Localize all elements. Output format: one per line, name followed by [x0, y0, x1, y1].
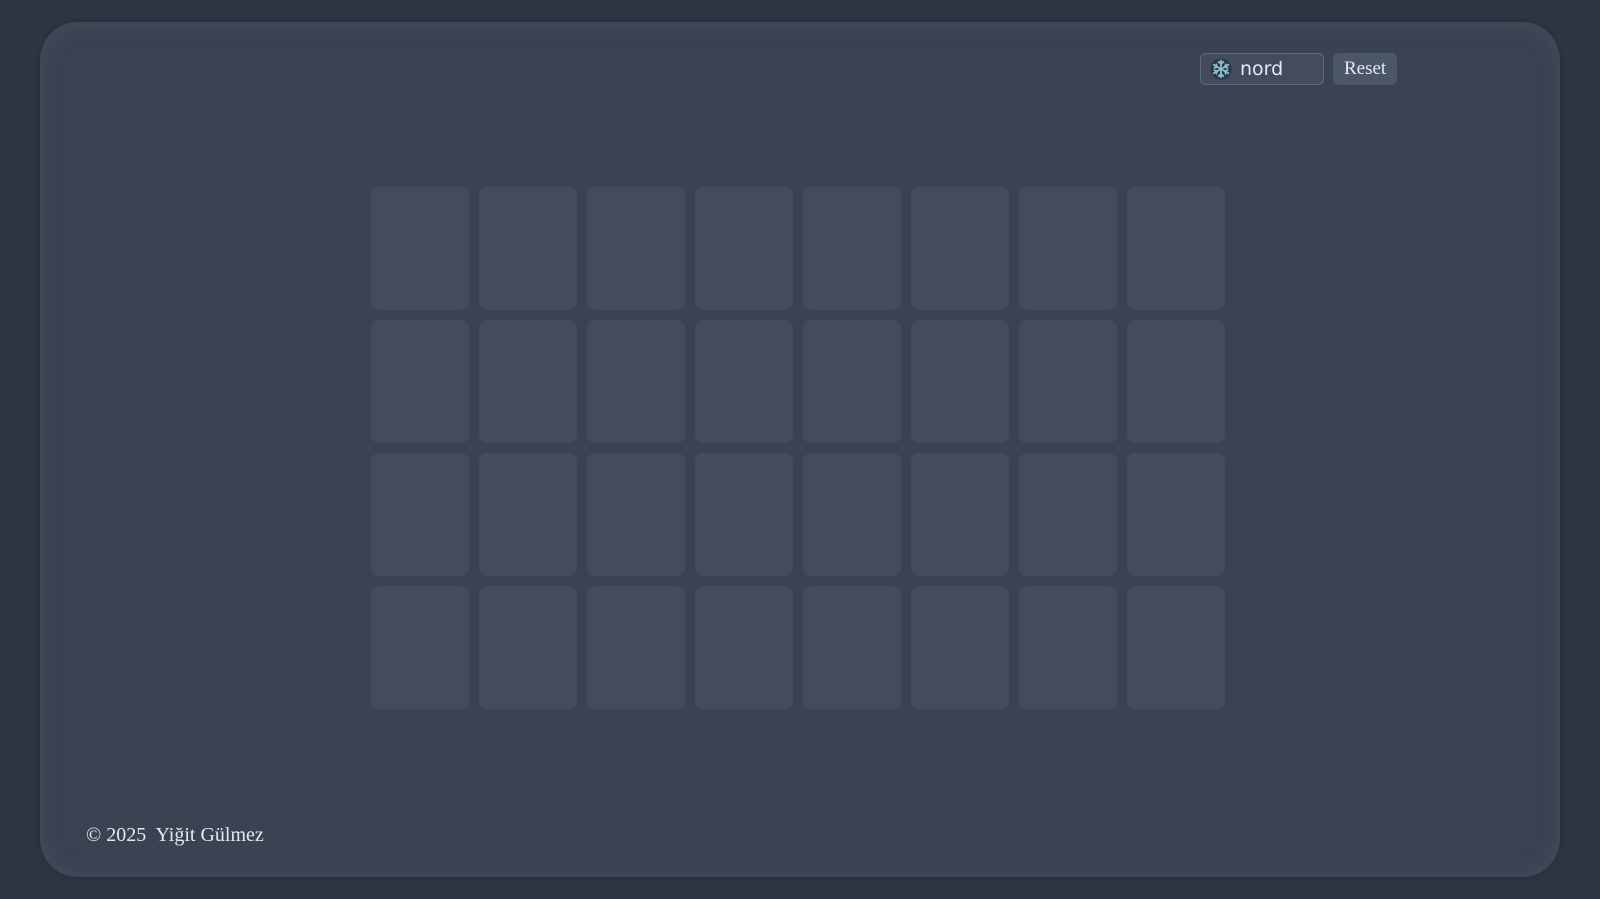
card-face-down[interactable] — [587, 453, 685, 576]
card-face-down[interactable] — [479, 586, 577, 709]
author-name: Yiğit Gülmez — [155, 824, 264, 846]
card-face-down[interactable] — [371, 187, 469, 310]
theme-select[interactable]: nord — [1200, 53, 1324, 85]
card-face-down[interactable] — [803, 187, 901, 310]
card-face-down[interactable] — [695, 586, 793, 709]
card-grid — [371, 187, 1225, 709]
card-face-down[interactable] — [479, 187, 577, 310]
snowflake-icon — [1210, 58, 1232, 80]
copyright-text: © 2025 — [86, 824, 147, 846]
card-face-down[interactable] — [587, 586, 685, 709]
card-face-down[interactable] — [695, 453, 793, 576]
card-face-down[interactable] — [803, 453, 901, 576]
card-face-down[interactable] — [587, 320, 685, 443]
card-face-down[interactable] — [803, 586, 901, 709]
card-face-down[interactable] — [1127, 586, 1225, 709]
theme-select-label: nord — [1240, 58, 1284, 80]
card-face-down[interactable] — [1019, 453, 1117, 576]
card-face-down[interactable] — [695, 320, 793, 443]
card-face-down[interactable] — [911, 453, 1009, 576]
card-face-down[interactable] — [479, 453, 577, 576]
card-face-down[interactable] — [695, 187, 793, 310]
card-face-down[interactable] — [371, 453, 469, 576]
card-face-down[interactable] — [371, 586, 469, 709]
card-face-down[interactable] — [1127, 187, 1225, 310]
card-face-down[interactable] — [371, 320, 469, 443]
card-face-down[interactable] — [803, 320, 901, 443]
card-face-down[interactable] — [1019, 586, 1117, 709]
card-face-down[interactable] — [911, 320, 1009, 443]
card-face-down[interactable] — [1127, 453, 1225, 576]
card-face-down[interactable] — [911, 187, 1009, 310]
reset-button[interactable]: Reset — [1333, 53, 1398, 85]
toolbar: nord Reset — [1200, 53, 1398, 85]
card-face-down[interactable] — [1019, 187, 1117, 310]
card-face-down[interactable] — [479, 320, 577, 443]
card-face-down[interactable] — [587, 187, 685, 310]
footer: © 2025 Yiğit Gülmez — [86, 824, 264, 847]
card-face-down[interactable] — [1019, 320, 1117, 443]
card-face-down[interactable] — [1127, 320, 1225, 443]
card-face-down[interactable] — [911, 586, 1009, 709]
game-panel: nord Reset © 2025 Yiğit Gülmez — [40, 22, 1560, 877]
